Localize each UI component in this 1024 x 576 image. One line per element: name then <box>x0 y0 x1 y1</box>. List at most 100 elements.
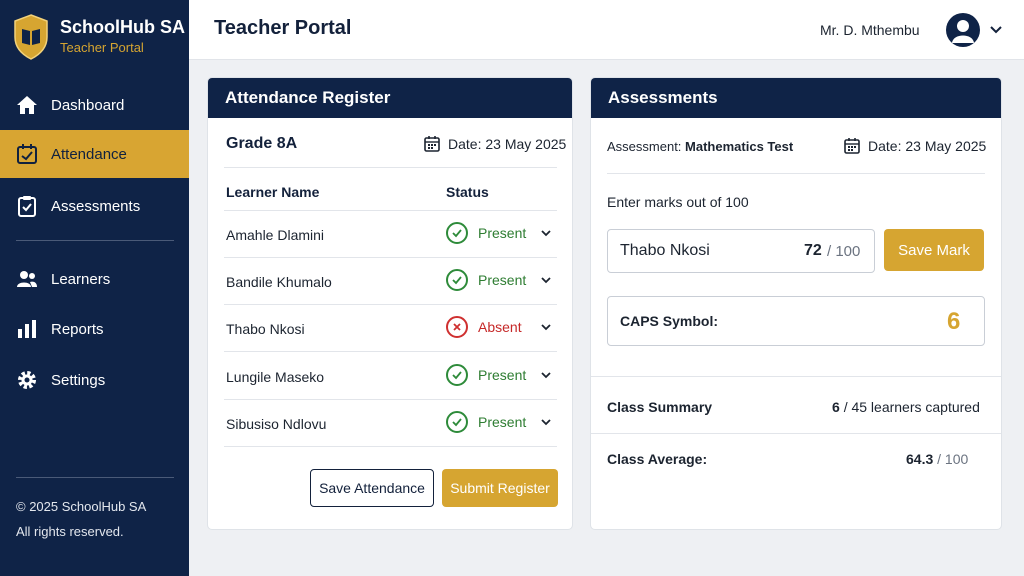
sidebar-item-label: Settings <box>51 371 106 389</box>
class-average-value: 64.3 / 100 <box>906 451 968 467</box>
learner-name-header: Learner Name <box>226 184 320 200</box>
save-attendance-button[interactable]: Save Attendance <box>310 469 434 507</box>
user-name[interactable]: Mr. D. Mthembu <box>820 22 920 38</box>
divider <box>224 257 557 258</box>
status-text: Present <box>478 225 527 241</box>
status-dropdown[interactable]: Present <box>446 222 552 244</box>
date-text: Date: 23 May 2025 <box>868 137 987 154</box>
sidebar-item-assessments[interactable]: Assessments <box>0 182 189 230</box>
avatar[interactable] <box>946 13 980 47</box>
sidebar: SchoolHub SA Teacher Portal Dashboard At… <box>0 0 189 576</box>
average-total: / 100 <box>937 451 969 467</box>
date-text: Date: 23 May 2025 <box>448 135 567 152</box>
class-summary-value: 6 / 45 learners captured <box>832 399 980 415</box>
sidebar-footer: © 2025 SchoolHub SA All rights reserved. <box>16 494 146 544</box>
calendar-icon <box>424 136 440 152</box>
assessment-info: Assessment: Mathematics Test <box>607 139 793 154</box>
brand-subtitle: Teacher Portal <box>60 40 144 55</box>
status-dropdown[interactable]: Absent <box>446 316 552 338</box>
status-dropdown[interactable]: Present <box>446 364 552 386</box>
sidebar-item-reports[interactable]: Reports <box>0 305 189 353</box>
mark-input[interactable]: Thabo Nkosi 72 / 100 <box>607 229 875 273</box>
attendance-register-card: Attendance Register Grade 8A Date: 23 Ma… <box>207 77 573 530</box>
brand-name: SchoolHub SA <box>60 17 185 37</box>
divider <box>224 399 557 400</box>
status-header: Status <box>446 184 489 200</box>
brand[interactable]: SchoolHub SA Teacher Portal <box>0 0 189 74</box>
assessment-name: Mathematics Test <box>685 139 794 154</box>
mark-value: 72 <box>804 242 822 259</box>
sidebar-divider <box>16 477 174 478</box>
learner-name: Lungile Maseko <box>226 369 325 385</box>
top-bar: Teacher Portal Mr. D. Mthembu <box>189 0 1024 60</box>
captured-count: 6 <box>832 399 840 415</box>
chevron-down-icon[interactable] <box>989 22 1003 36</box>
assessments-card: Assessments Assessment: Mathematics Test… <box>590 77 1002 530</box>
grade-label: Grade 8A <box>226 135 298 152</box>
user-icon <box>952 20 974 43</box>
card-title: Attendance Register <box>208 78 572 118</box>
sidebar-item-label: Attendance <box>51 145 127 163</box>
sidebar-item-label: Learners <box>51 270 111 288</box>
chevron-down-icon <box>541 230 551 237</box>
sidebar-item-label: Dashboard <box>51 96 125 114</box>
caps-value: 6 <box>947 308 961 335</box>
sidebar-item-attendance[interactable]: Attendance <box>0 130 189 178</box>
status-text: Absent <box>478 319 522 335</box>
divider <box>224 351 557 352</box>
check-circle-icon <box>446 222 468 244</box>
mark-total: / 100 <box>827 243 861 260</box>
sidebar-item-learners[interactable]: Learners <box>0 255 189 303</box>
shield-book-logo-icon <box>14 14 48 60</box>
sidebar-item-label: Reports <box>51 320 104 338</box>
calendar-check-icon <box>16 143 38 165</box>
divider <box>224 210 557 211</box>
divider <box>591 376 1001 377</box>
x-circle-icon <box>446 316 468 338</box>
divider <box>224 446 557 447</box>
sidebar-item-dashboard[interactable]: Dashboard <box>0 81 189 129</box>
learner-name: Sibusiso Ndlovu <box>226 416 327 432</box>
card-title: Assessments <box>591 78 1001 118</box>
mark-learner-name: Thabo Nkosi <box>620 242 710 259</box>
save-mark-button[interactable]: Save Mark <box>884 229 984 271</box>
status-text: Present <box>478 272 527 288</box>
learner-name: Amahle Dlamini <box>226 227 325 243</box>
home-icon <box>16 94 38 116</box>
learner-name: Bandile Khumalo <box>226 274 332 290</box>
check-circle-icon <box>446 269 468 291</box>
calendar-icon <box>844 138 860 154</box>
status-dropdown[interactable]: Present <box>446 411 552 433</box>
divider <box>224 304 557 305</box>
divider <box>224 167 557 168</box>
page-title: Teacher Portal <box>214 17 352 39</box>
sidebar-divider <box>16 240 174 241</box>
average-number: 64.3 <box>906 451 934 467</box>
caps-symbol-box: CAPS Symbol: 6 <box>607 296 985 346</box>
marks-instruction: Enter marks out of 100 <box>607 194 749 210</box>
chevron-down-icon <box>540 324 551 331</box>
check-circle-icon <box>446 364 468 386</box>
chevron-down-icon <box>541 277 551 284</box>
divider <box>607 173 985 174</box>
bar-chart-icon <box>16 318 38 340</box>
chevron-down-icon <box>541 419 551 426</box>
check-circle-icon <box>446 411 468 433</box>
sidebar-item-label: Assessments <box>51 197 141 215</box>
rights-text: All rights reserved. <box>16 524 124 539</box>
gear-icon <box>16 369 38 391</box>
learner-name: Thabo Nkosi <box>226 321 305 337</box>
class-summary-label: Class Summary <box>607 399 713 415</box>
status-dropdown[interactable]: Present <box>446 269 552 291</box>
sidebar-item-settings[interactable]: Settings <box>0 356 189 404</box>
copyright-text: © 2025 SchoolHub SA <box>16 499 147 514</box>
status-text: Present <box>478 367 527 383</box>
class-average-label: Class Average: <box>607 451 708 467</box>
users-icon <box>16 268 38 290</box>
chevron-down-icon <box>541 372 551 379</box>
attendance-date: Date: 23 May 2025 <box>424 135 566 152</box>
submit-register-button[interactable]: Submit Register <box>442 469 558 507</box>
clipboard-check-icon <box>16 195 38 217</box>
assessment-label: Assessment: <box>607 139 682 154</box>
captured-text: / 45 learners captured <box>843 399 980 415</box>
